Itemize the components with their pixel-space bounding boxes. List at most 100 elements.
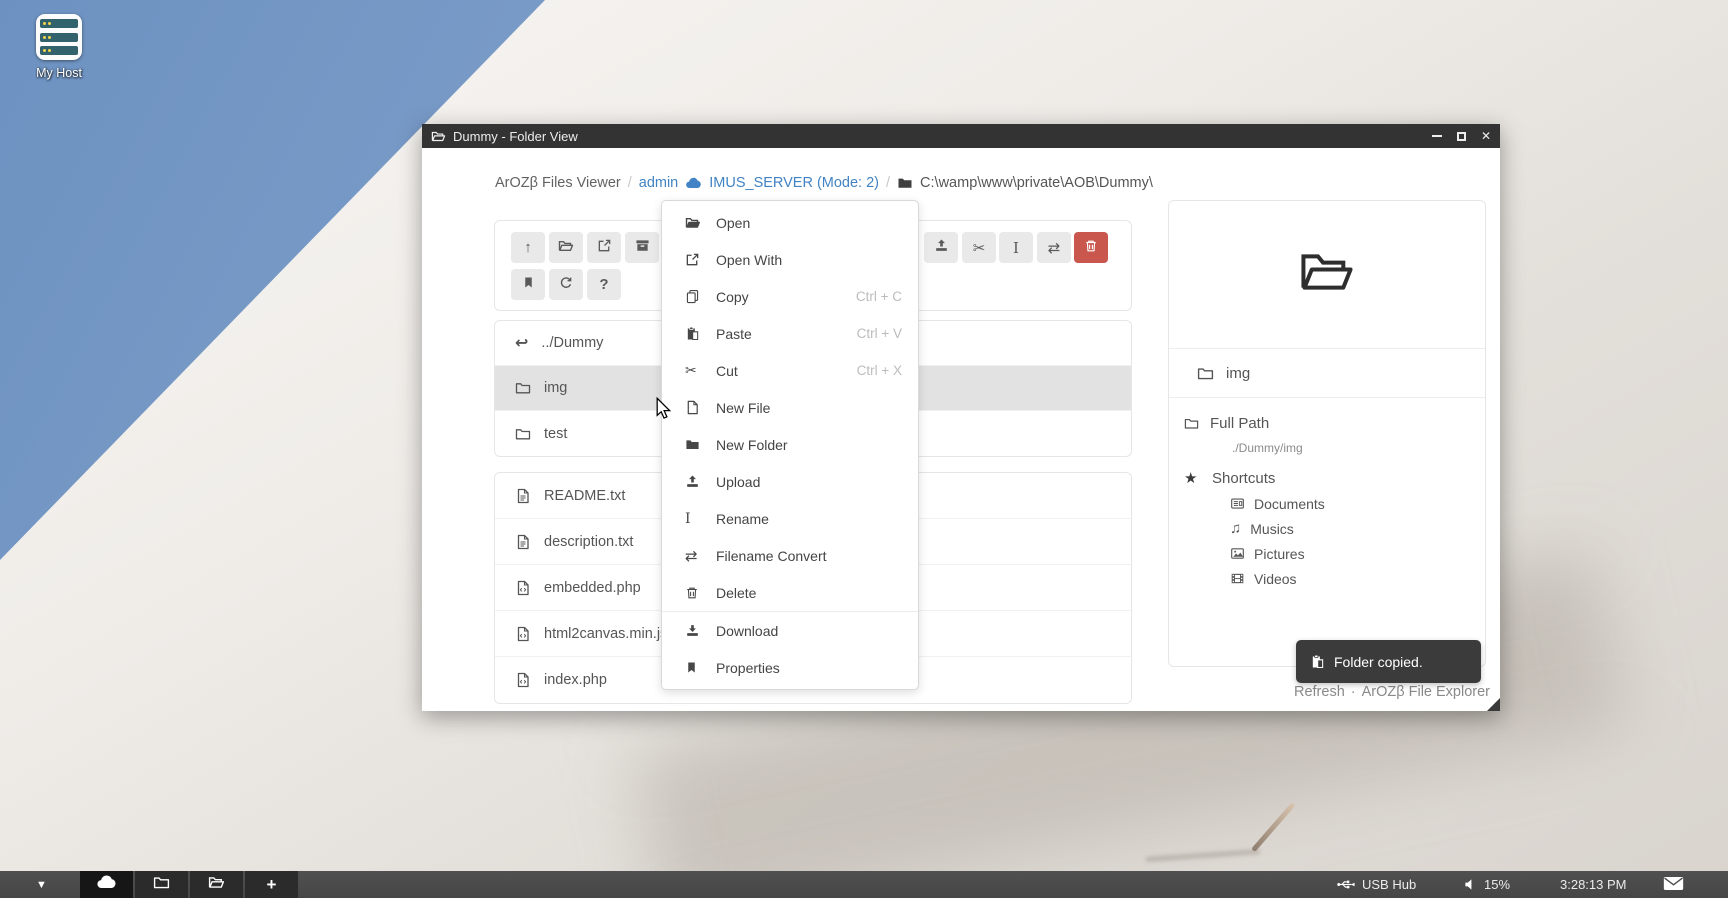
selected-item-preview xyxy=(1169,201,1485,349)
shortcut-label: Musics xyxy=(1250,521,1294,537)
upload-button[interactable] xyxy=(924,232,958,263)
menu-item-properties[interactable]: Properties xyxy=(662,649,918,686)
breadcrumb-separator: / xyxy=(886,175,890,191)
filename-convert-button[interactable]: ⇄ xyxy=(1037,232,1071,263)
menu-item-filename-convert[interactable]: ⇄ Filename Convert xyxy=(662,537,918,574)
server-icon xyxy=(36,14,82,60)
help-button[interactable]: ? xyxy=(587,269,621,300)
menu-item-cut[interactable]: ✂ Cut Ctrl + X xyxy=(662,352,918,389)
bookmark-icon xyxy=(522,276,535,293)
scissors-icon: ✂ xyxy=(685,362,706,379)
open-with-button[interactable] xyxy=(587,232,621,263)
taskbar-button-cloud[interactable] xyxy=(80,871,133,898)
text-file-icon xyxy=(515,488,531,504)
close-button[interactable]: ✕ xyxy=(1481,130,1491,142)
menu-item-paste[interactable]: Paste Ctrl + V xyxy=(662,315,918,352)
full-path-row: Full Path xyxy=(1184,410,1485,436)
shortcuts-header: ★ Shortcuts xyxy=(1184,465,1485,491)
star-icon: ★ xyxy=(1184,469,1201,487)
shortcut-musics[interactable]: ♫ Musics xyxy=(1230,516,1485,541)
server-bar xyxy=(40,19,78,28)
properties-panel: img Full Path ./Dummy/img ★ Shortcuts Do… xyxy=(1168,200,1486,667)
breadcrumb: ArOZβ Files Viewer / admin IMUS_SERVER (… xyxy=(495,171,1153,195)
bookmark-button[interactable] xyxy=(511,269,545,300)
folder-icon xyxy=(153,874,170,896)
full-path-label: Full Path xyxy=(1210,415,1269,432)
swap-arrows-icon: ⇄ xyxy=(1048,239,1061,257)
footer-separator: · xyxy=(1351,684,1356,700)
paste-icon xyxy=(685,326,706,341)
taskbar-volume-status[interactable]: 15% xyxy=(1464,871,1510,898)
server-bar xyxy=(40,46,78,55)
refresh-link[interactable]: Refresh xyxy=(1294,684,1345,700)
selected-item-name-row: img xyxy=(1169,349,1485,398)
taskbar-button-folder[interactable] xyxy=(135,871,188,898)
upload-icon xyxy=(934,238,949,257)
taskbar-button-new[interactable]: + xyxy=(245,871,298,898)
row-label: img xyxy=(544,380,567,396)
window-body: ArOZβ Files Viewer / admin IMUS_SERVER (… xyxy=(422,148,1500,711)
code-file-icon xyxy=(515,580,531,596)
paste-icon xyxy=(1310,654,1325,669)
shortcut-documents[interactable]: Documents xyxy=(1230,491,1485,516)
cut-button[interactable]: ✂ xyxy=(962,232,996,263)
shortcut-videos[interactable]: Videos xyxy=(1230,566,1485,591)
row-label: README.txt xyxy=(544,488,625,504)
open-folder-icon xyxy=(208,874,225,896)
folder-view-window: Dummy - Folder View ✕ ArOZβ Files Viewer… xyxy=(422,124,1500,711)
row-label: test xyxy=(544,426,567,442)
taskbar-usb-status[interactable]: USB Hub xyxy=(1336,871,1416,898)
menu-item-new-file[interactable]: New File xyxy=(662,389,918,426)
desktop: My Host Dummy - Folder View ✕ ArOZβ File… xyxy=(0,0,1728,898)
menu-item-new-folder[interactable]: New Folder xyxy=(662,426,918,463)
delete-button[interactable] xyxy=(1074,232,1108,263)
menu-item-open[interactable]: Open xyxy=(662,204,918,241)
breadcrumb-server-link[interactable]: IMUS_SERVER (Mode: 2) xyxy=(709,175,879,191)
scissors-icon: ✂ xyxy=(973,239,986,257)
row-label: html2canvas.min.js xyxy=(544,626,667,642)
resize-handle[interactable] xyxy=(1487,698,1500,711)
open-folder-icon xyxy=(431,129,446,144)
go-up-button[interactable]: ↑ xyxy=(511,232,545,263)
download-icon xyxy=(685,623,706,638)
minimize-button[interactable] xyxy=(1432,135,1442,137)
breadcrumb-separator: / xyxy=(628,175,632,191)
maximize-button[interactable] xyxy=(1457,132,1466,141)
refresh-button[interactable] xyxy=(549,269,583,300)
window-titlebar[interactable]: Dummy - Folder View ✕ xyxy=(422,124,1500,148)
new-folder-icon xyxy=(685,437,706,452)
plus-icon: + xyxy=(267,875,277,895)
usb-icon xyxy=(1336,878,1355,891)
picture-icon xyxy=(1230,546,1245,561)
archive-button[interactable] xyxy=(625,232,659,263)
usb-label: USB Hub xyxy=(1362,877,1416,892)
desktop-icon-my-host[interactable]: My Host xyxy=(28,14,90,80)
shortcut-pictures[interactable]: Pictures xyxy=(1230,541,1485,566)
speaker-icon xyxy=(1464,878,1477,891)
menu-item-copy[interactable]: Copy Ctrl + C xyxy=(662,278,918,315)
toast-message: Folder copied. xyxy=(1334,654,1423,670)
open-folder-icon xyxy=(685,215,706,231)
taskbar-button-open-folder[interactable] xyxy=(190,871,243,898)
menu-item-delete[interactable]: Delete xyxy=(662,574,918,611)
taskbar-clock[interactable]: 3:28:13 PM xyxy=(1560,871,1627,898)
menu-item-rename[interactable]: I Rename xyxy=(662,500,918,537)
open-folder-icon xyxy=(1295,243,1359,306)
menu-item-download[interactable]: Download xyxy=(662,611,918,649)
context-menu: Open Open With Copy Ctrl + C Paste Ctrl … xyxy=(661,200,919,690)
taskbar-chevron[interactable]: ▼ xyxy=(36,871,47,898)
refresh-icon xyxy=(559,276,573,294)
server-bar xyxy=(40,33,78,42)
breadcrumb-user-link[interactable]: admin xyxy=(639,175,679,191)
folder-icon xyxy=(515,426,531,442)
menu-item-upload[interactable]: Upload xyxy=(662,463,918,500)
menu-item-open-with[interactable]: Open With xyxy=(662,241,918,278)
back-arrow-icon: ↩ xyxy=(515,333,528,353)
folder-icon xyxy=(1184,416,1199,431)
open-button[interactable] xyxy=(549,232,583,263)
taskbar-mail[interactable] xyxy=(1663,871,1684,898)
rename-button[interactable]: I xyxy=(999,232,1033,263)
upload-icon xyxy=(685,474,706,489)
envelope-icon xyxy=(1663,876,1684,894)
archive-icon xyxy=(635,238,650,257)
